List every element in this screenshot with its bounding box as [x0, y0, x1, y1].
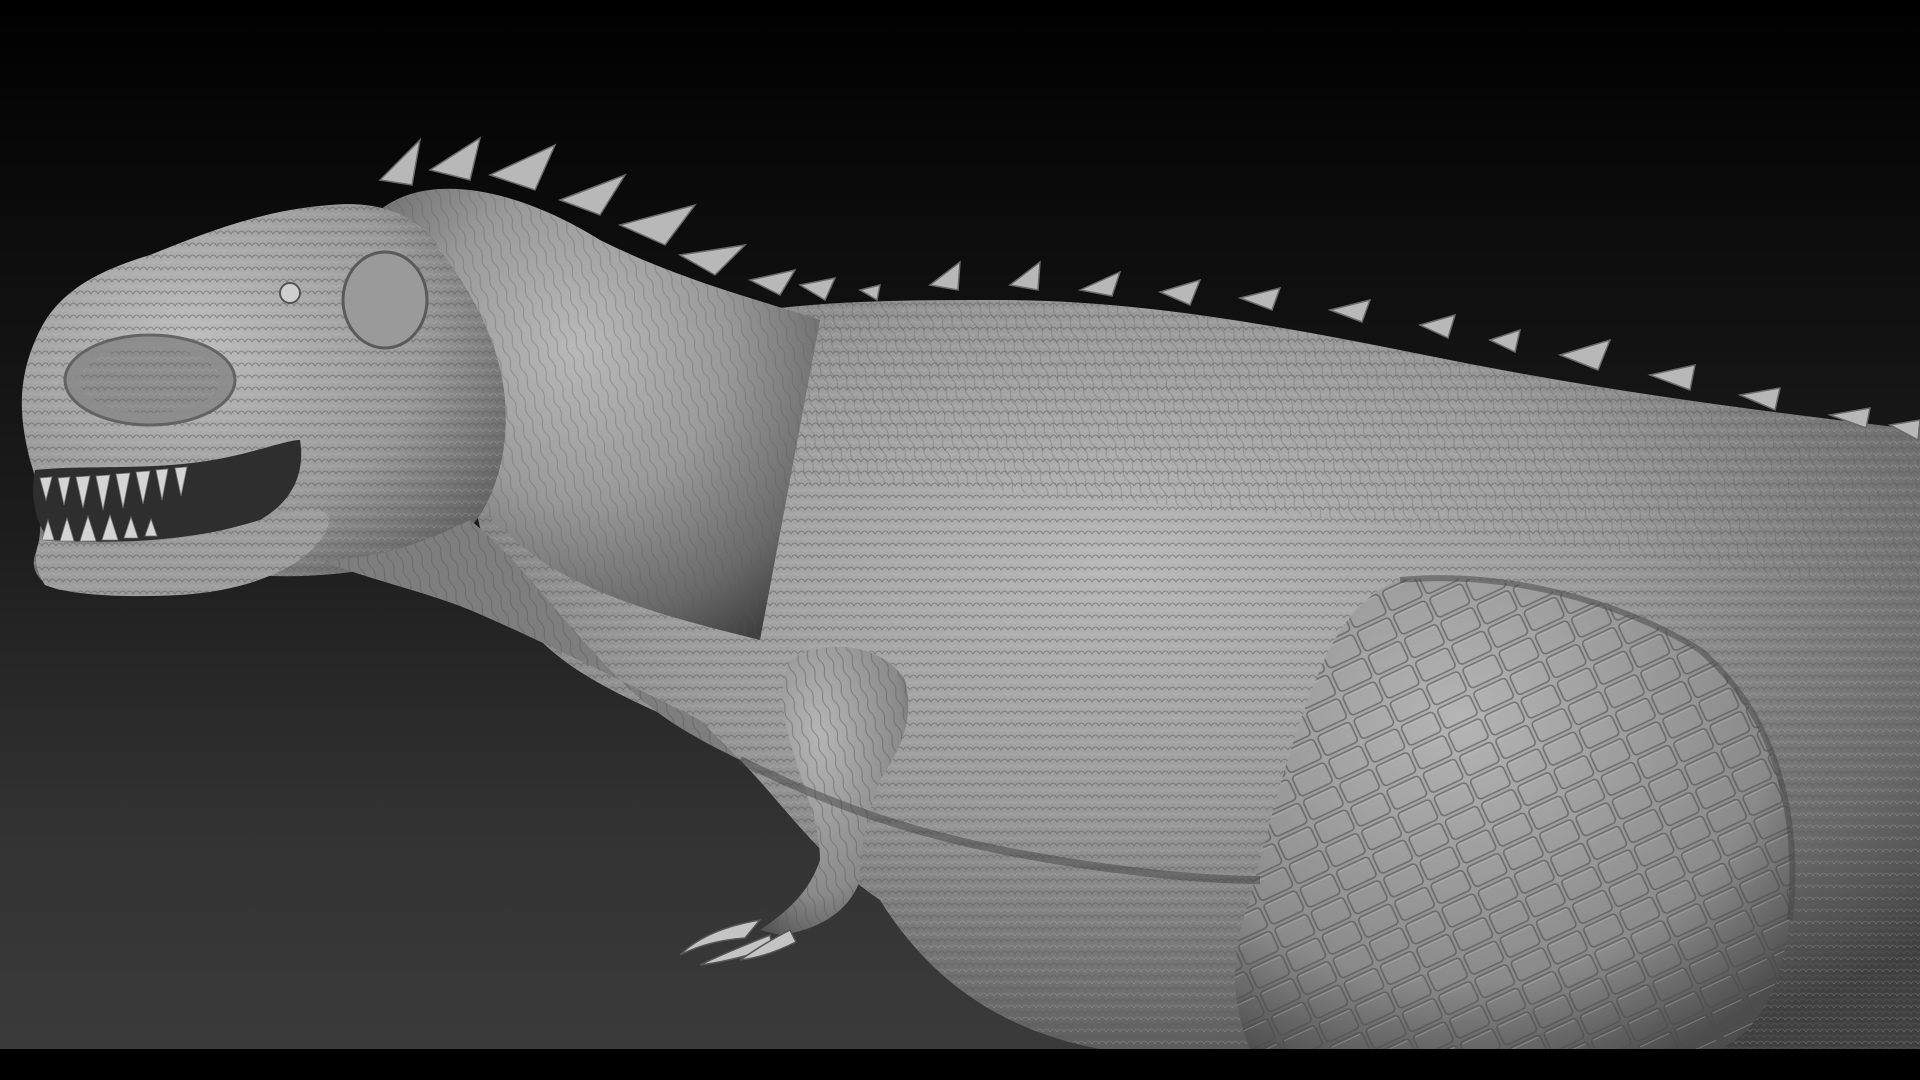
eye — [279, 282, 301, 304]
eye-socket — [341, 250, 429, 350]
dinosaur-sculpt — [21, 136, 1920, 1049]
viewport — [0, 0, 1920, 1049]
bottom-bar — [0, 1049, 1920, 1080]
